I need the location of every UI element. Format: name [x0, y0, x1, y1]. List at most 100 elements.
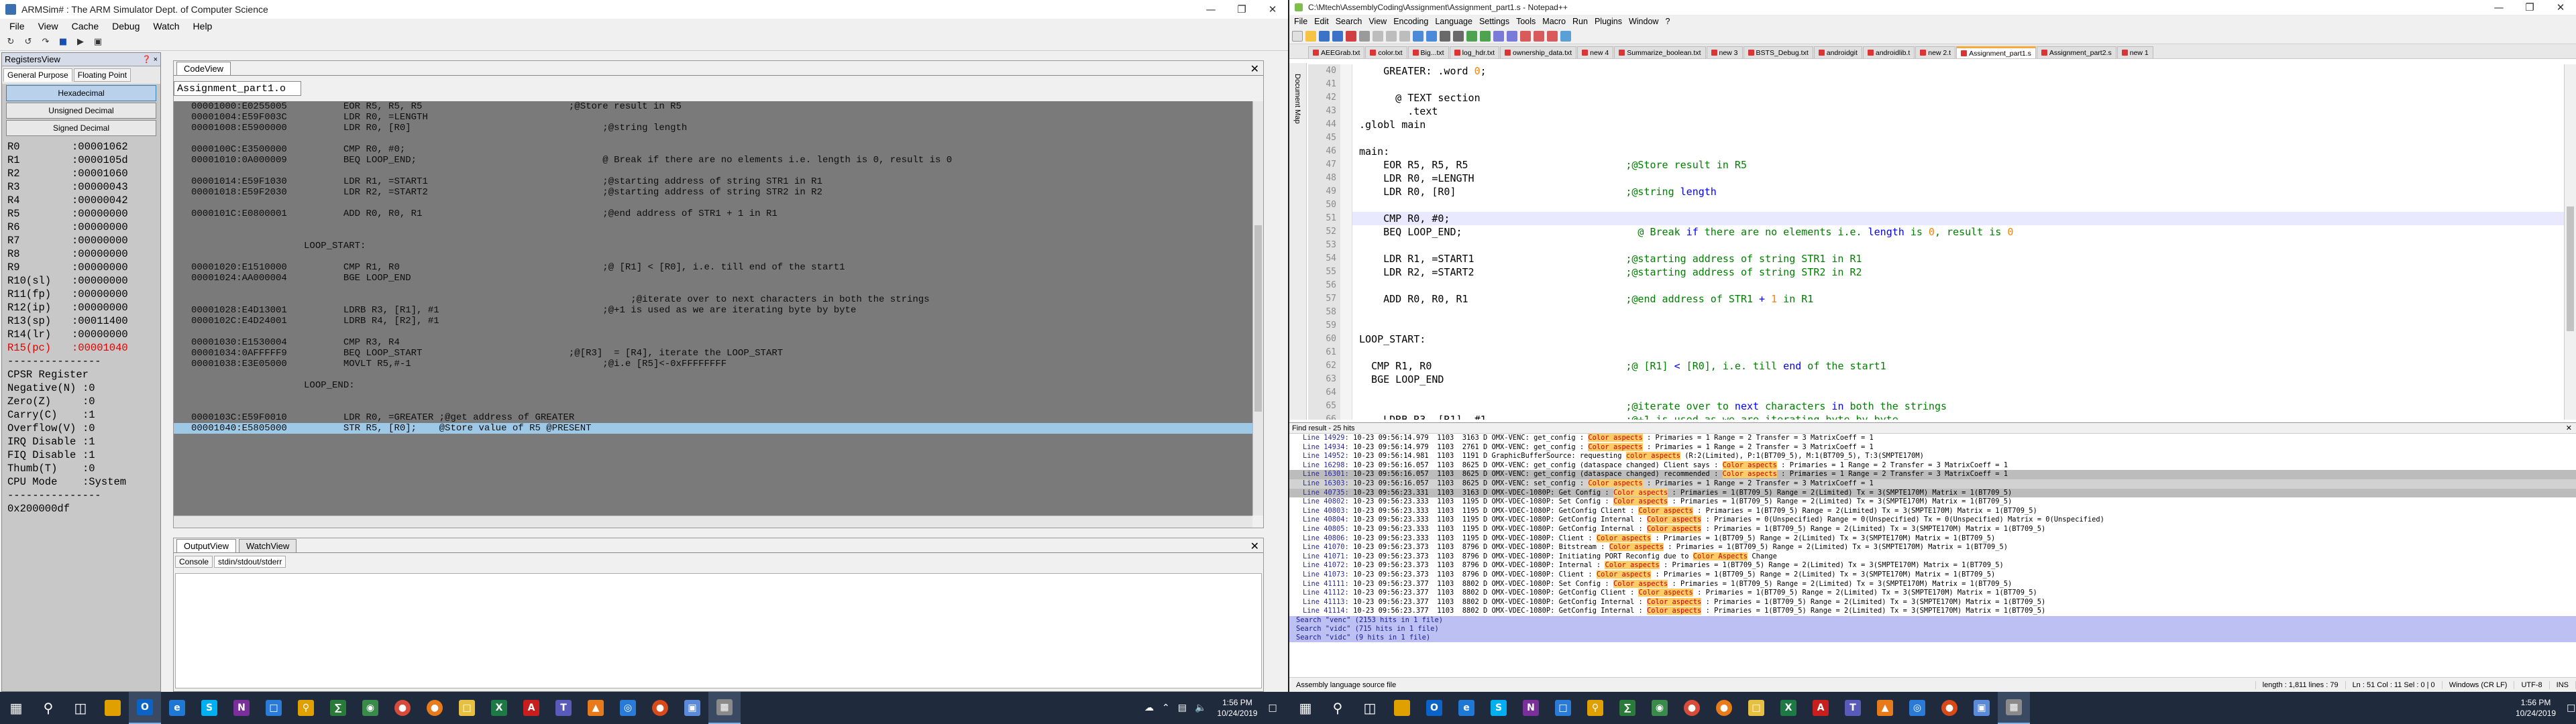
register-row[interactable]: R5:00000000 [7, 207, 155, 221]
register-row[interactable]: R0:00001062 [7, 140, 155, 154]
paste-icon[interactable] [1399, 30, 1410, 42]
fold-margin[interactable] [1340, 413, 1352, 420]
editor-line[interactable]: 63 BGE LOOP_END [1308, 373, 2564, 386]
volume-icon[interactable]: 🔈 [1191, 703, 1210, 713]
register-row[interactable]: R10(sl):00000000 [7, 274, 155, 288]
npp-file-tab[interactable]: new 1 [2116, 46, 2153, 58]
media-icon[interactable]: ● [644, 692, 676, 724]
npp-menu-plugins[interactable]: Plugins [1591, 17, 1625, 26]
replace-icon[interactable] [1453, 30, 1464, 42]
left-clock[interactable]: 1:56 PM 10/24/2019 [1210, 697, 1264, 719]
register-row[interactable]: R14(lr):00000000 [7, 328, 155, 341]
register-row[interactable]: R12(ip):00000000 [7, 301, 155, 314]
code-line[interactable]: 00001010:0A000009 BEQ LOOP_END; @ Break … [174, 155, 1252, 166]
start-icon[interactable]: ▦ [0, 692, 32, 724]
find-result-row[interactable]: Line 41112: 10-23 09:56:23.377 1103 8802… [1289, 589, 2576, 598]
find-result-row[interactable]: Line 41113: 10-23 09:56:23.377 1103 8802… [1289, 597, 2576, 607]
load-icon[interactable]: ↻ [4, 36, 17, 49]
code-line[interactable]: 00001020:E1510000 CMP R1, R0 ;@ [R1] < [… [174, 262, 1252, 273]
npp-maximize-button[interactable]: ❐ [2514, 0, 2545, 15]
editor-line[interactable]: 51 CMP R0, #0; [1308, 212, 2564, 225]
editor-line[interactable]: 44 .globl main [1308, 118, 2564, 131]
fold-margin[interactable] [1340, 306, 1352, 319]
excel-icon[interactable]: X [483, 692, 515, 724]
npp-file-tab[interactable]: Assignment_part1.s [1956, 46, 2036, 58]
codeview-vscrollbar[interactable] [1252, 101, 1263, 516]
fold-margin[interactable] [1340, 78, 1352, 91]
chrome-icon-2[interactable]: ● [1676, 692, 1708, 724]
chevron-up-icon[interactable]: ⌃ [1158, 703, 1174, 713]
fold-margin[interactable] [1340, 64, 1352, 78]
editor-line[interactable]: 41 [1308, 78, 2564, 91]
cloud-icon[interactable]: ☁ [1140, 703, 1158, 713]
editor-line[interactable]: 65 ;@iterate over to next characters in … [1308, 400, 2564, 413]
code-line[interactable] [174, 369, 1252, 380]
close-button[interactable]: ✕ [1257, 0, 1288, 19]
fold-margin[interactable] [1340, 400, 1352, 413]
editor-line[interactable]: 55 LDR R2, =START2 ;@starting address of… [1308, 265, 2564, 279]
editor-line[interactable]: 66 LDRB R3, [R1], #1 ;@+1 is used as we … [1308, 413, 2564, 420]
editor-line[interactable]: 54 LDR R1, =START1 ;@starting address of… [1308, 252, 2564, 265]
editor-line[interactable]: 50 [1308, 198, 2564, 212]
code-line[interactable]: 00001000:E0255005 EOR R5, R5, R5 ;@Store… [174, 101, 1252, 112]
code-line[interactable]: LOOP_END: [174, 380, 1252, 391]
cut-icon[interactable] [1373, 30, 1383, 42]
undo-icon[interactable] [1413, 30, 1424, 42]
npp-menu-file[interactable]: File [1291, 17, 1311, 26]
explorer-icon-2[interactable]: □ [1740, 692, 1772, 724]
npp-file-tab[interactable]: ownership_data.txt [1500, 46, 1577, 58]
fold-margin[interactable] [1340, 145, 1352, 158]
code-line[interactable] [174, 166, 1252, 176]
code-editor[interactable]: 40 GREATER: .word 0; 41 42 @ TEXT section 4… [1308, 64, 2564, 420]
fold-margin[interactable] [1340, 265, 1352, 279]
skype-icon[interactable]: S [193, 692, 225, 724]
register-row[interactable]: R15(pc):00001040 [7, 341, 155, 355]
menu-watch[interactable]: Watch [146, 21, 186, 32]
vlc-icon[interactable]: ▲ [580, 692, 612, 724]
code-line[interactable] [174, 326, 1252, 337]
npp-menu-macro[interactable]: Macro [1539, 17, 1569, 26]
onenote-icon[interactable]: N [225, 692, 258, 724]
editor-line[interactable]: 49 LDR R0, [R0] ;@string length [1308, 185, 2564, 198]
scroll-thumb[interactable] [1254, 225, 1262, 412]
menu-cache[interactable]: Cache [65, 21, 105, 32]
fold-margin[interactable] [1340, 373, 1352, 386]
fold-margin[interactable] [1340, 225, 1352, 239]
redo-icon[interactable] [1426, 30, 1437, 42]
menu-view[interactable]: View [32, 21, 65, 32]
code-line[interactable] [174, 402, 1252, 412]
find-result-row[interactable]: Line 40803: 10-23 09:56:23.333 1103 1195… [1289, 506, 2576, 516]
code-line[interactable] [174, 198, 1252, 208]
editor-line[interactable]: 60 LOOP_START: [1308, 333, 2564, 346]
print-icon[interactable] [1359, 30, 1370, 42]
register-row[interactable]: R8:00000000 [7, 247, 155, 261]
find-result-row[interactable]: Line 40805: 10-23 09:56:23.333 1103 1195… [1289, 524, 2576, 534]
npp-menu-language[interactable]: Language [1432, 17, 1476, 26]
search-summary-row[interactable]: Search "venc" (2153 hits in 1 file) [1289, 615, 2576, 625]
npp-file-tab[interactable]: new 3 [1706, 46, 1743, 58]
menu-file[interactable]: File [3, 21, 32, 32]
code-line[interactable]: 00001018:E59F2030 LDR R2, =START2 ;@star… [174, 187, 1252, 198]
explorer-icon[interactable]: □ [451, 692, 483, 724]
editor-line[interactable]: 46 main: [1308, 145, 2564, 158]
task-view-icon-2[interactable]: ◫ [1354, 692, 1386, 724]
editor-line[interactable]: 61 [1308, 346, 2564, 359]
code-line[interactable]: 00001034:0AFFFFF9 BEQ LOOP_START ;@[R3] … [174, 348, 1252, 359]
editor-line[interactable]: 45 [1308, 131, 2564, 145]
unsigned-decimal-button[interactable]: Unsigned Decimal [6, 103, 156, 119]
fold-margin[interactable] [1340, 252, 1352, 265]
output-close-icon[interactable]: ✕ [1250, 540, 1259, 552]
npp-menu-[interactable]: ? [1662, 17, 1673, 26]
zoom-out-icon[interactable] [1480, 30, 1491, 42]
code-line[interactable]: 00001024:AA000004 BGE LOOP_END [174, 273, 1252, 284]
find-result-row[interactable]: Line 16298: 10-23 09:56:16.057 1103 8625… [1289, 461, 2576, 471]
npp-file-tab[interactable]: Summarize_boolean.txt [1614, 46, 1706, 58]
photos-icon[interactable]: ▣ [676, 692, 708, 724]
fold-margin[interactable] [1340, 158, 1352, 172]
excel-icon-2[interactable]: X [1772, 692, 1805, 724]
npp-close-button[interactable]: ✕ [2545, 0, 2576, 15]
tab-watchview[interactable]: WatchView [238, 539, 297, 552]
firefox-icon-2[interactable]: ● [1708, 692, 1740, 724]
npp-menu-window[interactable]: Window [1625, 17, 1662, 26]
play-macro-icon[interactable] [1547, 30, 1558, 42]
